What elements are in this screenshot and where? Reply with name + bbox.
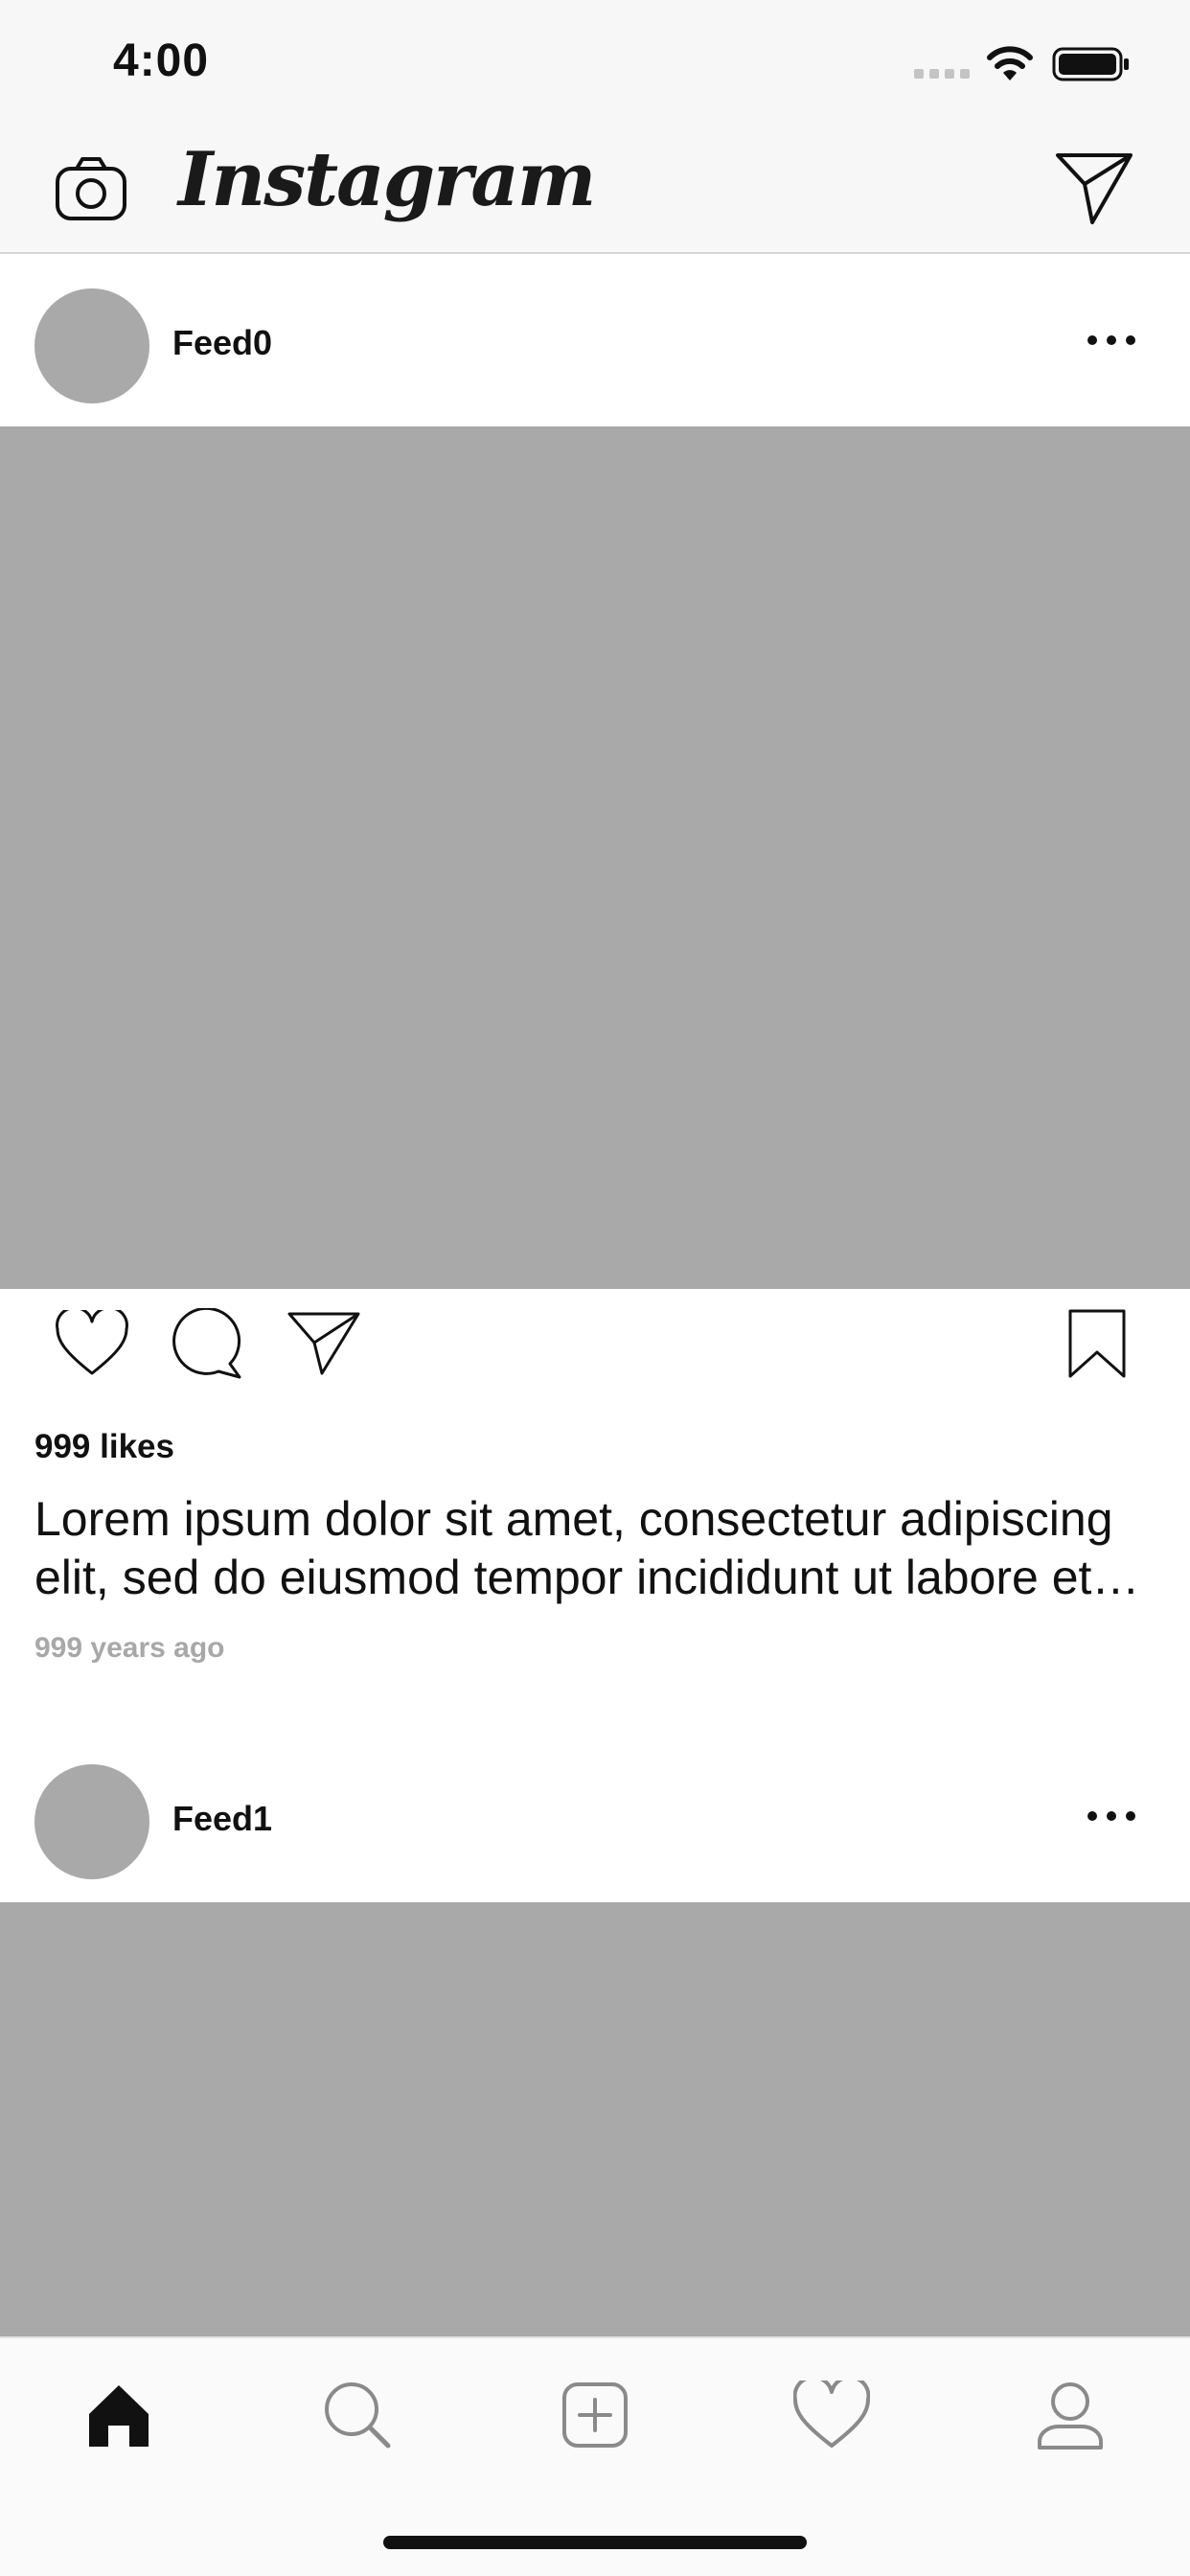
add-post-icon (562, 2382, 628, 2448)
likes-count[interactable]: 999 likes (34, 1428, 174, 1466)
more-options-icon[interactable] (1085, 333, 1138, 348)
wifi-icon (987, 46, 1033, 80)
status-time: 4:00 (113, 35, 210, 86)
post-timestamp: 999 years ago (34, 1632, 225, 1664)
instagram-logo: Instagram (178, 136, 596, 223)
post-username[interactable]: Feed0 (172, 323, 272, 363)
tab-profile[interactable] (1013, 2358, 1128, 2472)
more-options-icon[interactable] (1085, 1808, 1138, 1824)
share-icon[interactable] (287, 1310, 360, 1377)
avatar[interactable] (34, 288, 149, 403)
search-icon (325, 2382, 391, 2449)
bookmark-icon[interactable] (1067, 1308, 1127, 1379)
tab-search[interactable] (300, 2358, 415, 2472)
home-indicator[interactable] (383, 2536, 807, 2549)
home-icon (89, 2385, 149, 2447)
avatar[interactable] (34, 1764, 149, 1879)
status-bar: 4:00 (0, 0, 1190, 125)
tab-add-post[interactable] (538, 2358, 652, 2472)
post-header: Feed0 (0, 254, 1190, 426)
battery-icon (1052, 47, 1129, 81)
comment-icon[interactable] (171, 1308, 243, 1379)
tab-activity[interactable] (774, 2358, 889, 2472)
heart-icon[interactable] (56, 1310, 128, 1377)
post-caption: Lorem ipsum dolor sit amet, consectetur … (34, 1492, 1113, 1604)
post-image[interactable] (0, 1902, 1190, 2343)
post-header: Feed1 (0, 1730, 1190, 1902)
direct-message-icon[interactable] (1054, 150, 1134, 226)
activity-heart-icon (793, 2380, 870, 2448)
top-nav-bar: Instagram (0, 125, 1190, 254)
camera-icon[interactable] (54, 155, 128, 222)
profile-icon (1038, 2382, 1103, 2450)
tab-home[interactable] (61, 2358, 176, 2472)
post-username[interactable]: Feed1 (172, 1799, 272, 1839)
instagram-screen: 4:00 Instagram Feed0 999 likes Lorem ips… (0, 0, 1190, 2576)
cellular-signal-icon (914, 69, 970, 79)
post-actions (0, 1289, 1190, 1414)
post-image[interactable] (0, 426, 1190, 1289)
